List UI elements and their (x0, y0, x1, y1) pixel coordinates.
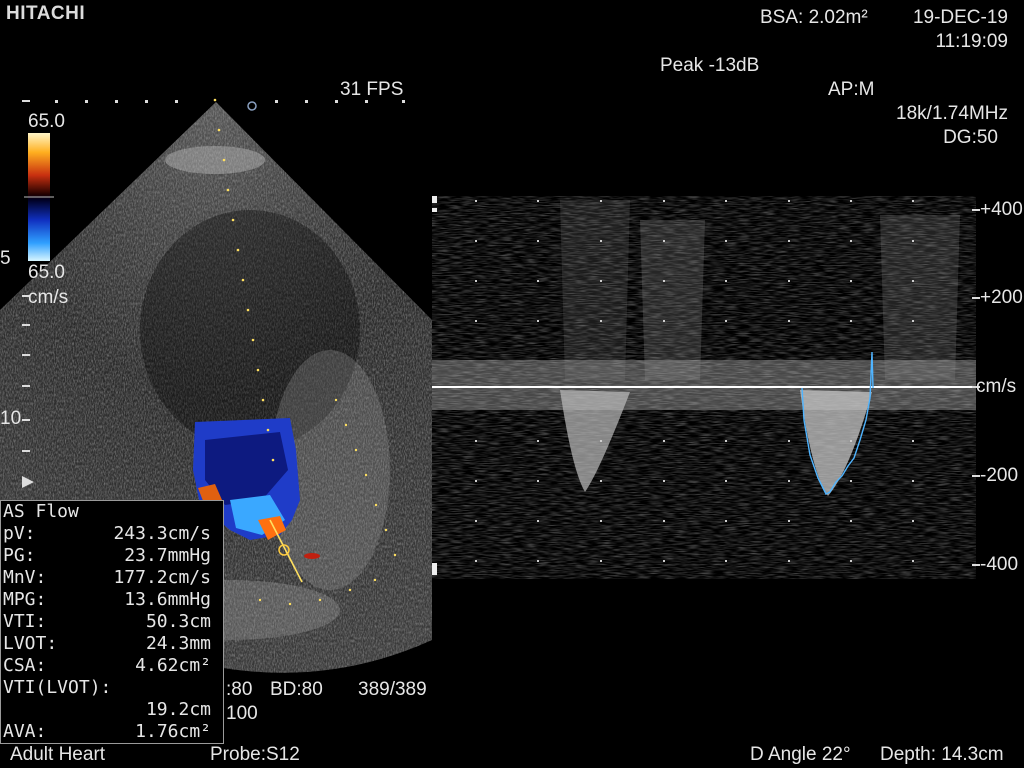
color-bar-unit: cm/s (28, 287, 69, 308)
exam-time: 11:19:09 (935, 31, 1008, 52)
hitachi-logo: HITACHI (6, 3, 86, 24)
measurement-panel: AS Flow pV: 243.3cm/s PG: 23.7mmHg MnV: 177… (0, 500, 224, 744)
exam-date: 19-DEC-19 (912, 7, 1008, 28)
measurement-row: AVA: 1.76cm² (3, 721, 211, 742)
velocity-tick-400: +400 (980, 199, 1023, 220)
measurement-row: MnV: 177.2cm/s (3, 567, 211, 588)
measurement-row: MPG: 13.6mmHg (3, 589, 211, 610)
velocity-tick-neg400: -400 (980, 554, 1019, 575)
measurement-row: CSA: 4.62cm² (3, 655, 211, 676)
setting-c: 100 (226, 703, 258, 724)
depth-label: Depth: 14.3cm (880, 744, 1004, 765)
prf-frequency: 18k/1.74MHz (896, 103, 1008, 124)
measurement-row: PG: 23.7mmHg (3, 545, 211, 566)
setting-bd: BD:80 (270, 679, 323, 700)
setting-a: :80 (226, 679, 253, 700)
probe-label: Probe:S12 (210, 744, 300, 765)
doppler-gain: DG:50 (943, 127, 998, 148)
color-bar-bottom-label: 65.0 (28, 262, 65, 283)
measurement-title: AS Flow (3, 501, 79, 522)
depth-label-5: 5 (0, 248, 11, 269)
measurement-row: VTI: 50.3cm (3, 611, 211, 632)
measurement-row: LVOT: 24.3mm (3, 633, 211, 654)
acoustic-power: AP:M (828, 79, 875, 100)
measurement-row: VTI(LVOT): (3, 677, 112, 698)
spectral-doppler-panel (432, 196, 976, 579)
measurement-row: pV: 243.3cm/s (3, 523, 211, 544)
velocity-tick-neg200: -200 (980, 465, 1019, 486)
depth-label-10: 10 (0, 408, 22, 429)
frame-rate: 31 FPS (340, 79, 404, 100)
exam-mode: Adult Heart (10, 744, 106, 765)
peak-db: Peak -13dB (660, 55, 760, 76)
color-bar-top-label: 65.0 (28, 111, 65, 132)
velocity-tick-200: +200 (980, 287, 1023, 308)
bsa-label: BSA: 2.02m² (760, 7, 868, 28)
doppler-angle: D Angle 22° (750, 744, 851, 765)
orientation-marker-icon (247, 101, 257, 111)
velocity-unit: cm/s (976, 376, 1017, 397)
frame-counter: 389/389 (358, 679, 427, 700)
measurement-row: 19.2cm (145, 699, 211, 720)
